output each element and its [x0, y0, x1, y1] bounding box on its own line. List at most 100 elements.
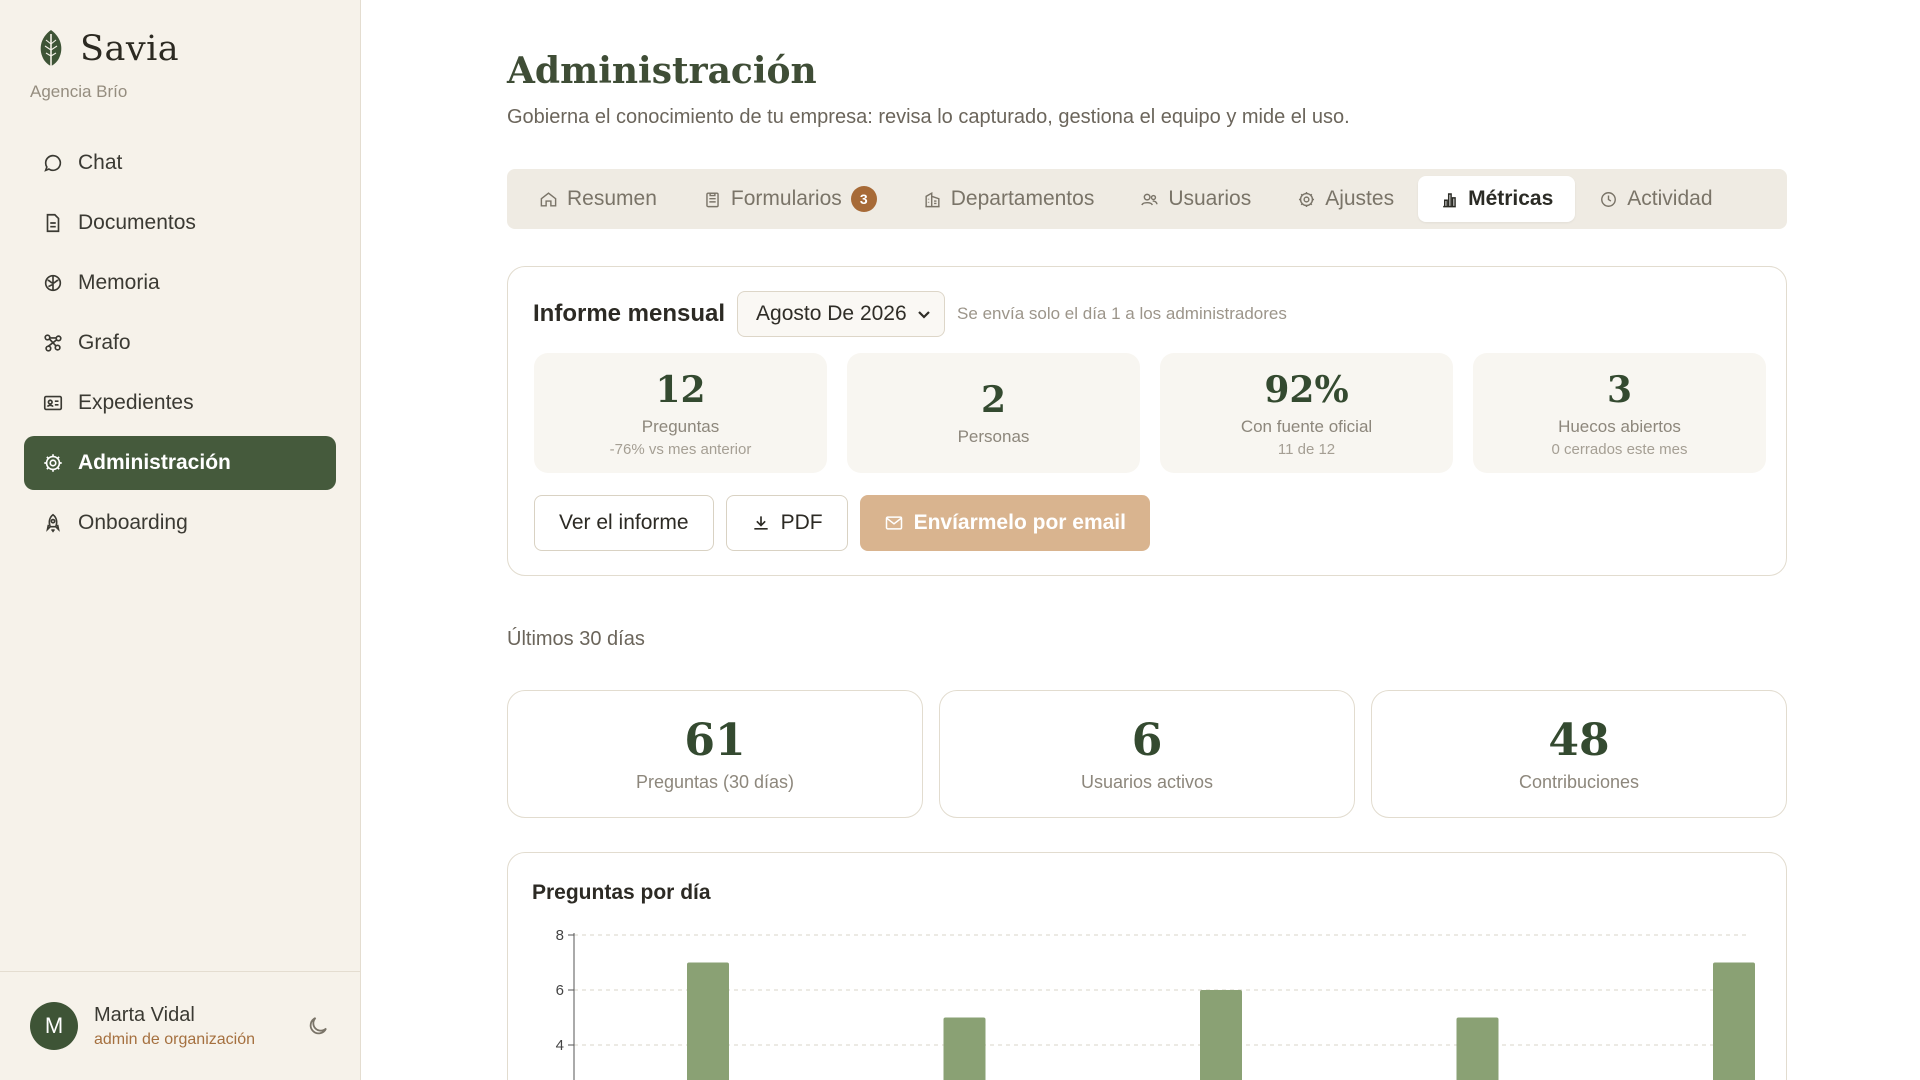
- building-icon: [925, 191, 940, 207]
- report-note: Se envía solo el día 1 a los administrad…: [957, 304, 1287, 323]
- user-panel: M Marta Vidal admin de organización: [0, 971, 360, 1080]
- chevron-down-icon: [918, 311, 930, 319]
- email-report-button[interactable]: Envíarmelo por email: [859, 495, 1150, 551]
- sidebar-item-label: Onboarding: [78, 511, 188, 534]
- month-select-value: Agosto De 2026: [756, 302, 907, 325]
- sidebar: Savia Agencia Brío Chat Documentos Memor…: [0, 0, 361, 1080]
- button-label: Envíarmelo por email: [913, 511, 1126, 534]
- sidebar-item-expedientes[interactable]: Expedientes: [24, 376, 336, 430]
- report-actions: Ver el informe PDF Envíarmelo por email: [534, 495, 1150, 551]
- y-tick-label: 4: [556, 1037, 564, 1054]
- brand[interactable]: Savia: [36, 28, 179, 70]
- chat-icon: [44, 154, 62, 172]
- stat-fuente-oficial: 92% Con fuente oficial 11 de 12: [1160, 353, 1453, 473]
- sidebar-item-label: Chat: [78, 151, 123, 174]
- tab-departamentos[interactable]: Departamentos: [901, 176, 1117, 222]
- kpi-preguntas: 61 Preguntas (30 días): [507, 690, 923, 818]
- sidebar-item-label: Memoria: [78, 271, 160, 294]
- gear-icon: [1299, 191, 1315, 207]
- users-icon: [1141, 193, 1159, 205]
- stat-label: Preguntas: [641, 416, 720, 436]
- chart-bar[interactable]: [687, 962, 729, 1080]
- stat-preguntas: 12 Preguntas -76% vs mes anterior: [534, 353, 827, 473]
- clock-icon: [1601, 191, 1617, 207]
- tab-label: Resumen: [567, 187, 657, 210]
- sidebar-item-administracion[interactable]: Administración: [24, 436, 336, 490]
- home-icon: [540, 191, 557, 207]
- stat-sub: -76% vs mes anterior: [609, 440, 752, 458]
- rocket-icon: [46, 513, 60, 533]
- stat-sub: 0 cerrados este mes: [1551, 440, 1688, 458]
- kpi-value: 48: [1548, 715, 1610, 766]
- view-report-button[interactable]: Ver el informe: [534, 495, 714, 551]
- stat-huecos-abiertos: 3 Huecos abiertos 0 cerrados este mes: [1473, 353, 1766, 473]
- stat-label: Con fuente oficial: [1240, 416, 1373, 436]
- brain-icon: [44, 274, 62, 292]
- stat-sub: 11 de 12: [1277, 440, 1336, 458]
- kpi-label: Usuarios activos: [1080, 772, 1214, 792]
- button-label: Ver el informe: [559, 511, 689, 534]
- brand-name: Savia: [80, 29, 180, 69]
- tab-usuarios[interactable]: Usuarios: [1118, 176, 1273, 222]
- monthly-report-card: Informe mensual Agosto De 2026 Se envía …: [507, 266, 1787, 576]
- tab-label: Usuarios: [1168, 187, 1252, 210]
- report-header: Informe mensual Agosto De 2026 Se envía …: [533, 291, 1287, 337]
- document-icon: [46, 213, 60, 233]
- chart-bar[interactable]: [1456, 1017, 1499, 1080]
- pdf-button[interactable]: PDF: [725, 495, 848, 551]
- chart-bar[interactable]: [943, 1017, 986, 1080]
- leaf-logo-icon: [40, 30, 62, 69]
- mail-icon: [885, 516, 902, 530]
- clipboard-icon: [706, 191, 719, 207]
- tab-formularios[interactable]: Formularios 3: [681, 176, 899, 222]
- kpi-label: Contribuciones: [1518, 772, 1640, 792]
- kpi-value: 61: [684, 715, 746, 766]
- sidebar-item-documentos[interactable]: Documentos: [24, 196, 336, 250]
- stat-value: 92%: [1264, 368, 1349, 411]
- chart-bar[interactable]: [1713, 962, 1755, 1080]
- tab-resumen[interactable]: Resumen: [517, 176, 679, 222]
- user-info: Marta Vidal admin de organización: [94, 1004, 255, 1049]
- tab-label: Departamentos: [950, 187, 1095, 210]
- questions-per-day-card: Preguntas por día 468: [507, 852, 1787, 1080]
- y-tick-label: 6: [556, 982, 564, 999]
- stat-value: 12: [655, 368, 706, 411]
- sidebar-item-chat[interactable]: Chat: [24, 136, 336, 190]
- kpi-usuarios-activos: 6 Usuarios activos: [939, 690, 1355, 818]
- download-icon: [753, 516, 768, 530]
- stat-personas: 2 Personas: [847, 353, 1140, 473]
- sidebar-item-memoria[interactable]: Memoria: [24, 256, 336, 310]
- tab-label: Formularios: [730, 187, 842, 210]
- sidebar-item-onboarding[interactable]: Onboarding: [24, 496, 336, 550]
- stat-label: Huecos abiertos: [1558, 416, 1681, 436]
- page-title: Administración: [507, 50, 817, 92]
- month-select[interactable]: Agosto De 2026: [737, 291, 946, 337]
- y-tick-label: 8: [556, 927, 564, 944]
- sidebar-nav: Chat Documentos Memoria Grafo Expediente…: [24, 136, 336, 556]
- chart-bar[interactable]: [1200, 990, 1242, 1080]
- tab-ajustes[interactable]: Ajustes: [1275, 176, 1416, 222]
- stat-value: 3: [1606, 368, 1633, 411]
- sidebar-item-label: Documentos: [78, 211, 196, 234]
- kpi-value: 6: [1131, 715, 1163, 766]
- graph-icon: [44, 334, 62, 352]
- kpi-label: Preguntas (30 días): [635, 772, 795, 792]
- user-role: admin de organización: [94, 1030, 255, 1048]
- tab-metricas[interactable]: Métricas: [1418, 176, 1576, 222]
- stat-label: Personas: [957, 427, 1030, 446]
- bar-chart-icon: [1443, 192, 1456, 207]
- tab-actividad[interactable]: Actividad: [1577, 176, 1734, 222]
- avatar[interactable]: M: [30, 1002, 78, 1050]
- sidebar-item-label: Expedientes: [78, 391, 194, 414]
- moon-icon[interactable]: [306, 1014, 330, 1038]
- tab-label: Ajustes: [1325, 187, 1395, 210]
- sidebar-item-grafo[interactable]: Grafo: [24, 316, 336, 370]
- tab-label: Métricas: [1468, 187, 1554, 210]
- button-label: PDF: [780, 511, 823, 534]
- id-card-icon: [43, 395, 63, 411]
- count-badge: 3: [850, 186, 877, 212]
- report-stats: 12 Preguntas -76% vs mes anterior 2 Pers…: [534, 353, 1766, 473]
- org-name: Agencia Brío: [30, 82, 128, 101]
- period-label: Últimos 30 días: [507, 628, 645, 650]
- questions-bar-chart: 4 6 8: [556, 927, 1755, 1080]
